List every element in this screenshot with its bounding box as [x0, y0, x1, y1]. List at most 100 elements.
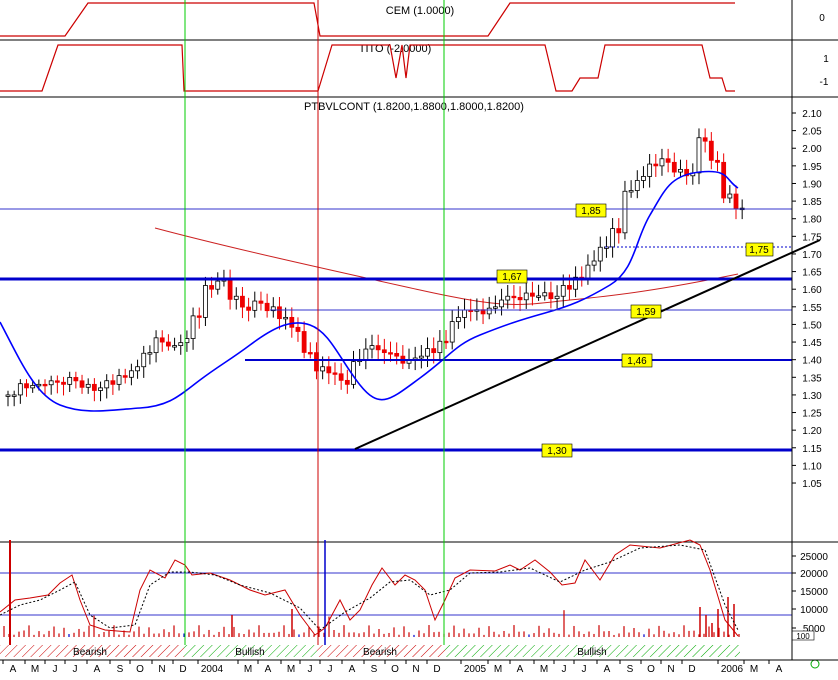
x-tick-label: M — [540, 664, 548, 675]
candle-body — [91, 383, 97, 391]
status-indicator-icon[interactable] — [810, 659, 820, 669]
candle-body — [363, 348, 369, 361]
candle-body — [585, 264, 591, 280]
candle-body — [567, 285, 572, 290]
candle-body — [708, 140, 714, 161]
x-tick-label: O — [391, 664, 399, 675]
volume-tick-label: 20000 — [800, 569, 828, 580]
price-tick-label: 1.80 — [802, 215, 822, 226]
candle-body — [641, 176, 646, 181]
x-tick-label: A — [517, 664, 524, 675]
price-tick-label: 1.30 — [802, 391, 822, 402]
price-tick-label: 1.60 — [802, 285, 822, 296]
x-tick-label: S — [371, 664, 378, 675]
price-tick-label: 1.55 — [802, 303, 822, 314]
x-tick-label: A — [10, 664, 17, 675]
candle-body — [696, 137, 702, 174]
price-tick-label: 1.35 — [802, 373, 822, 384]
x-tick-label: A — [265, 664, 272, 675]
candle-body — [240, 295, 245, 308]
svg-text:1,67: 1,67 — [502, 272, 522, 283]
candle-body — [536, 295, 541, 298]
x-tick-label: J — [582, 664, 587, 675]
candle-body — [622, 190, 628, 234]
candle-body — [338, 373, 344, 381]
price-tick-label: 2.05 — [802, 127, 822, 138]
svg-text:1,46: 1,46 — [627, 356, 647, 367]
volume-y-axis: 250002000015000100005000 — [792, 552, 828, 635]
candle-body — [678, 168, 683, 173]
candle-body — [104, 380, 110, 389]
x-tick-label: A — [776, 664, 783, 675]
x-tick-label: D — [179, 664, 186, 675]
candle-body — [597, 246, 603, 262]
candle-body — [184, 338, 190, 344]
candle-body — [634, 180, 640, 191]
price-tick-label: 1.95 — [802, 162, 822, 173]
x-tick-label: 2004 — [201, 664, 224, 675]
tito-tick-1: 1 — [823, 54, 829, 65]
x-tick-label: M — [750, 664, 758, 675]
x-tick-label: A — [94, 664, 101, 675]
candle-body — [246, 306, 252, 311]
candle-body — [301, 331, 307, 353]
candle-body — [511, 295, 517, 299]
candle-body — [517, 297, 523, 301]
trend-bands: Bearish Bullish Bearish Bullish — [0, 645, 740, 658]
price-tick-label: 1.10 — [802, 461, 822, 472]
x-tick-label: M — [494, 664, 502, 675]
candle-body — [166, 341, 171, 347]
svg-text:1,59: 1,59 — [636, 307, 656, 318]
candle-body — [79, 380, 85, 388]
volume-tick-label: 10000 — [800, 605, 828, 616]
volume-tick-label: 25000 — [800, 552, 828, 563]
band-label: Bearish — [73, 647, 107, 658]
candle-body — [258, 300, 264, 304]
candle-body — [505, 295, 511, 301]
candle-body — [394, 353, 400, 357]
candle-body — [24, 383, 29, 389]
candle-body — [523, 292, 529, 301]
x-tick-label: O — [647, 664, 655, 675]
price-tick-label: 1.05 — [802, 479, 822, 490]
candle-body — [147, 352, 153, 355]
cem-panel: CEM (1.0000) 0 — [0, 2, 838, 41]
price-tick-label: 1.90 — [802, 179, 822, 190]
candle-body — [418, 355, 424, 359]
candle-body — [721, 161, 727, 199]
x-tick-label: O — [136, 664, 144, 675]
price-panel: PTBVLCONT (1.8200,1.8800,1.8000,1.8200) … — [0, 101, 838, 543]
candle-body — [67, 377, 73, 385]
candle-body — [209, 285, 214, 290]
candle-body — [733, 193, 739, 210]
price-tick-label: 1.50 — [802, 320, 822, 331]
level-label-1-75: 1,75 — [745, 242, 774, 257]
candle-body — [190, 315, 196, 339]
candle-body — [443, 340, 449, 344]
band-label: Bullish — [235, 647, 264, 658]
price-tick-label: 2.10 — [802, 109, 822, 120]
x-tick-label: N — [667, 664, 674, 675]
candle-body — [73, 377, 79, 382]
candle-body — [61, 381, 66, 385]
candle-body — [227, 278, 233, 300]
price-tick-label: 1.15 — [802, 444, 822, 455]
candle-body — [116, 375, 122, 385]
candle-body — [289, 316, 295, 328]
svg-text:1,85: 1,85 — [581, 206, 601, 217]
x-tick-label: J — [53, 664, 58, 675]
candle-body — [283, 316, 289, 320]
candle-body — [42, 383, 48, 387]
cem-tick-0: 0 — [819, 13, 825, 24]
candle-body — [381, 349, 387, 354]
candle-body — [388, 352, 393, 355]
x-tick-label: N — [412, 664, 419, 675]
oscillator-signal-line — [0, 544, 739, 631]
candle-body — [196, 315, 202, 318]
price-tick-label: 1.40 — [802, 356, 822, 367]
candle-body — [320, 366, 326, 372]
price-tick-label: 1.75 — [802, 232, 822, 243]
candle-body — [486, 307, 492, 315]
x-tick-label: 2006 — [721, 664, 744, 675]
candle-body — [647, 163, 653, 177]
